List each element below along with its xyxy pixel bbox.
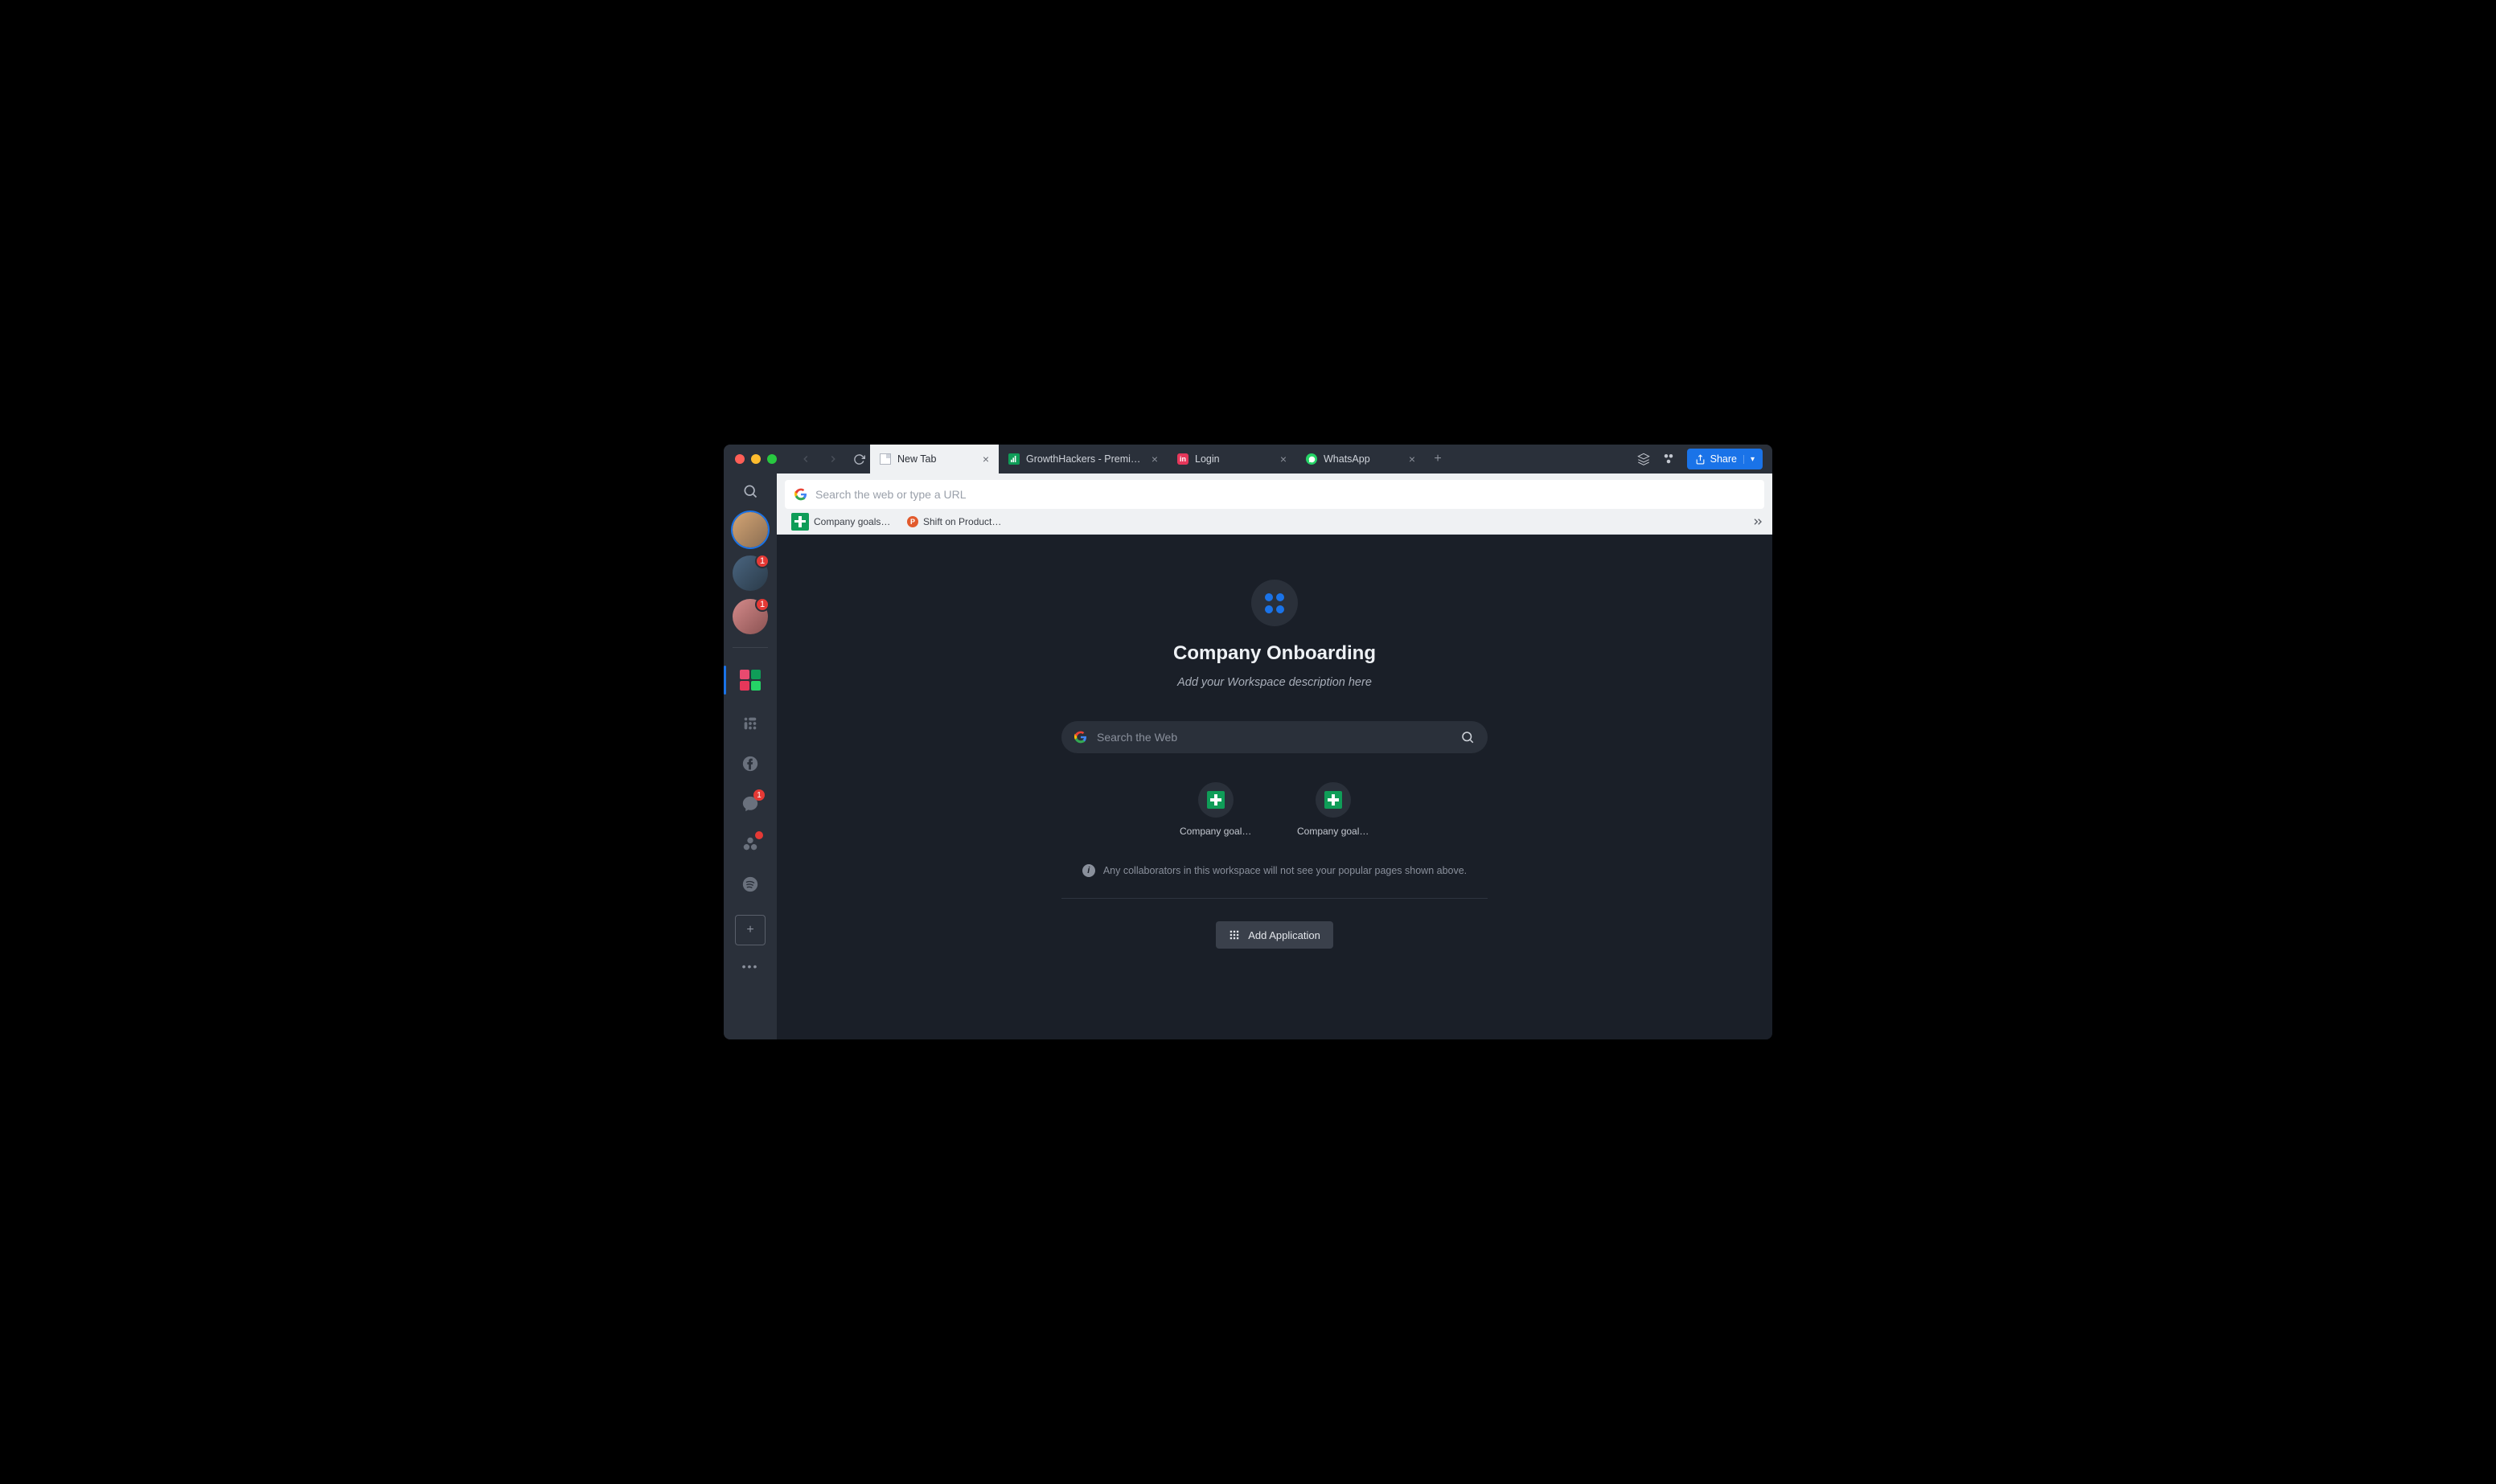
minimize-window-button[interactable] [751, 454, 761, 464]
workspace-mini-icon [751, 681, 761, 691]
bookmarks-overflow-button[interactable] [1751, 515, 1764, 528]
bookmark-label: Company goals - … [814, 516, 891, 527]
shortcut-item[interactable]: Company goals… [1180, 782, 1252, 837]
bookmarks-bar: Company goals - … P Shift on ProductH… [777, 509, 1772, 535]
shortcut-circle [1198, 782, 1234, 818]
shortcuts-row: Company goals… Company goals… [1180, 782, 1369, 837]
bookmark-item[interactable]: Company goals - … [785, 513, 897, 531]
workspace-logo [1251, 580, 1298, 626]
close-tab-button[interactable]: × [1152, 453, 1158, 465]
logo-dot [1276, 605, 1284, 613]
whatsapp-icon [1306, 453, 1317, 465]
logo-dot [1265, 593, 1273, 601]
share-caret-icon[interactable]: ▾ [1743, 455, 1755, 464]
sheets-icon [1207, 791, 1225, 809]
close-tab-button[interactable]: × [1280, 453, 1287, 465]
tab-title: Login [1195, 453, 1274, 465]
notification-badge: 1 [755, 597, 770, 612]
collaborators-icon[interactable] [1661, 452, 1676, 466]
forward-button[interactable] [822, 448, 844, 470]
sidebar-app-slack[interactable] [734, 707, 766, 740]
tab-title: New Tab [897, 453, 976, 465]
tab-title: WhatsApp [1324, 453, 1402, 465]
info-text: Any collaborators in this workspace will… [1103, 865, 1467, 876]
shortcut-circle [1316, 782, 1351, 818]
search-web-input[interactable] [1097, 731, 1451, 744]
shortcut-item[interactable]: Company goals… [1297, 782, 1369, 837]
window-controls [724, 454, 788, 464]
info-icon: i [1082, 864, 1095, 877]
new-tab-button[interactable]: + [1425, 445, 1451, 473]
tab-growthhackers[interactable]: GrowthHackers - Premier Gro… × [999, 445, 1168, 473]
google-icon [1074, 731, 1087, 744]
page-subtitle[interactable]: Add your Workspace description here [1177, 676, 1372, 689]
add-workspace-button[interactable]: + [735, 915, 766, 945]
main: Company goals - … P Shift on ProductH… [777, 473, 1772, 1039]
maximize-window-button[interactable] [767, 454, 777, 464]
avatar-3[interactable]: 1 [733, 599, 768, 634]
workspace-mini-icon [740, 681, 749, 691]
avatar-1[interactable] [733, 512, 768, 547]
invision-icon: in [1177, 453, 1188, 465]
notification-badge: 1 [755, 554, 770, 568]
logo-dot [1265, 605, 1273, 613]
sidebar-search-button[interactable] [742, 483, 758, 499]
workspace-item[interactable] [731, 661, 770, 699]
growthhackers-icon [1008, 453, 1020, 465]
nav-arrows [794, 448, 844, 470]
app-window: New Tab × GrowthHackers - Premier Gro… ×… [724, 445, 1772, 1039]
google-icon [794, 488, 807, 501]
url-bar[interactable] [785, 480, 1764, 509]
back-button[interactable] [794, 448, 817, 470]
document-icon [880, 453, 891, 465]
sheets-icon [1324, 791, 1342, 809]
shortcut-label: Company goals… [1180, 826, 1252, 837]
bookmark-label: Shift on ProductH… [923, 516, 1007, 527]
avatar-2[interactable]: 1 [733, 555, 768, 591]
sidebar-app-facebook[interactable] [734, 748, 766, 780]
sidebar-divider [733, 647, 768, 648]
info-line: i Any collaborators in this workspace wi… [1082, 864, 1467, 877]
tab-title: GrowthHackers - Premier Gro… [1026, 453, 1145, 465]
sheets-icon [791, 513, 809, 531]
notification-dot [755, 831, 763, 839]
producthunt-icon: P [907, 516, 918, 527]
logo-dot [1276, 593, 1284, 601]
search-icon[interactable] [1460, 730, 1475, 744]
close-tab-button[interactable]: × [1409, 453, 1415, 465]
title-bar: New Tab × GrowthHackers - Premier Gro… ×… [724, 445, 1772, 473]
sidebar-app-asana[interactable] [734, 828, 766, 860]
sidebar: 1 1 1 [724, 473, 777, 1039]
notification-badge: 1 [753, 789, 765, 801]
search-web-bar[interactable] [1061, 721, 1488, 753]
url-input[interactable] [815, 488, 1755, 501]
share-label: Share [1710, 453, 1737, 465]
tab-login[interactable]: in Login × [1168, 445, 1296, 473]
tab-new-tab[interactable]: New Tab × [870, 445, 999, 473]
body: 1 1 1 [724, 473, 1772, 1039]
page-title: Company Onboarding [1173, 642, 1376, 665]
title-bar-actions: Share ▾ [1628, 449, 1772, 469]
shortcut-label: Company goals… [1297, 826, 1369, 837]
divider [1061, 898, 1488, 899]
new-tab-page: Company Onboarding Add your Workspace de… [777, 535, 1772, 1039]
sidebar-app-messenger[interactable]: 1 [734, 788, 766, 820]
add-application-button[interactable]: Add Application [1216, 921, 1333, 949]
more-button[interactable]: ••• [742, 960, 759, 973]
workspace-mini-icon [751, 670, 761, 679]
reload-button[interactable] [848, 448, 870, 470]
close-tab-button[interactable]: × [983, 453, 989, 465]
sidebar-app-spotify[interactable] [734, 868, 766, 900]
grid-icon [1229, 929, 1240, 941]
share-button[interactable]: Share ▾ [1687, 449, 1763, 469]
add-application-label: Add Application [1248, 929, 1320, 941]
tab-whatsapp[interactable]: WhatsApp × [1296, 445, 1425, 473]
layers-icon[interactable] [1637, 453, 1650, 465]
tab-strip: New Tab × GrowthHackers - Premier Gro… ×… [870, 445, 1628, 473]
url-bar-wrap [777, 473, 1772, 509]
workspace-mini-icon [740, 670, 749, 679]
bookmark-item[interactable]: P Shift on ProductH… [901, 516, 1013, 527]
close-window-button[interactable] [735, 454, 745, 464]
